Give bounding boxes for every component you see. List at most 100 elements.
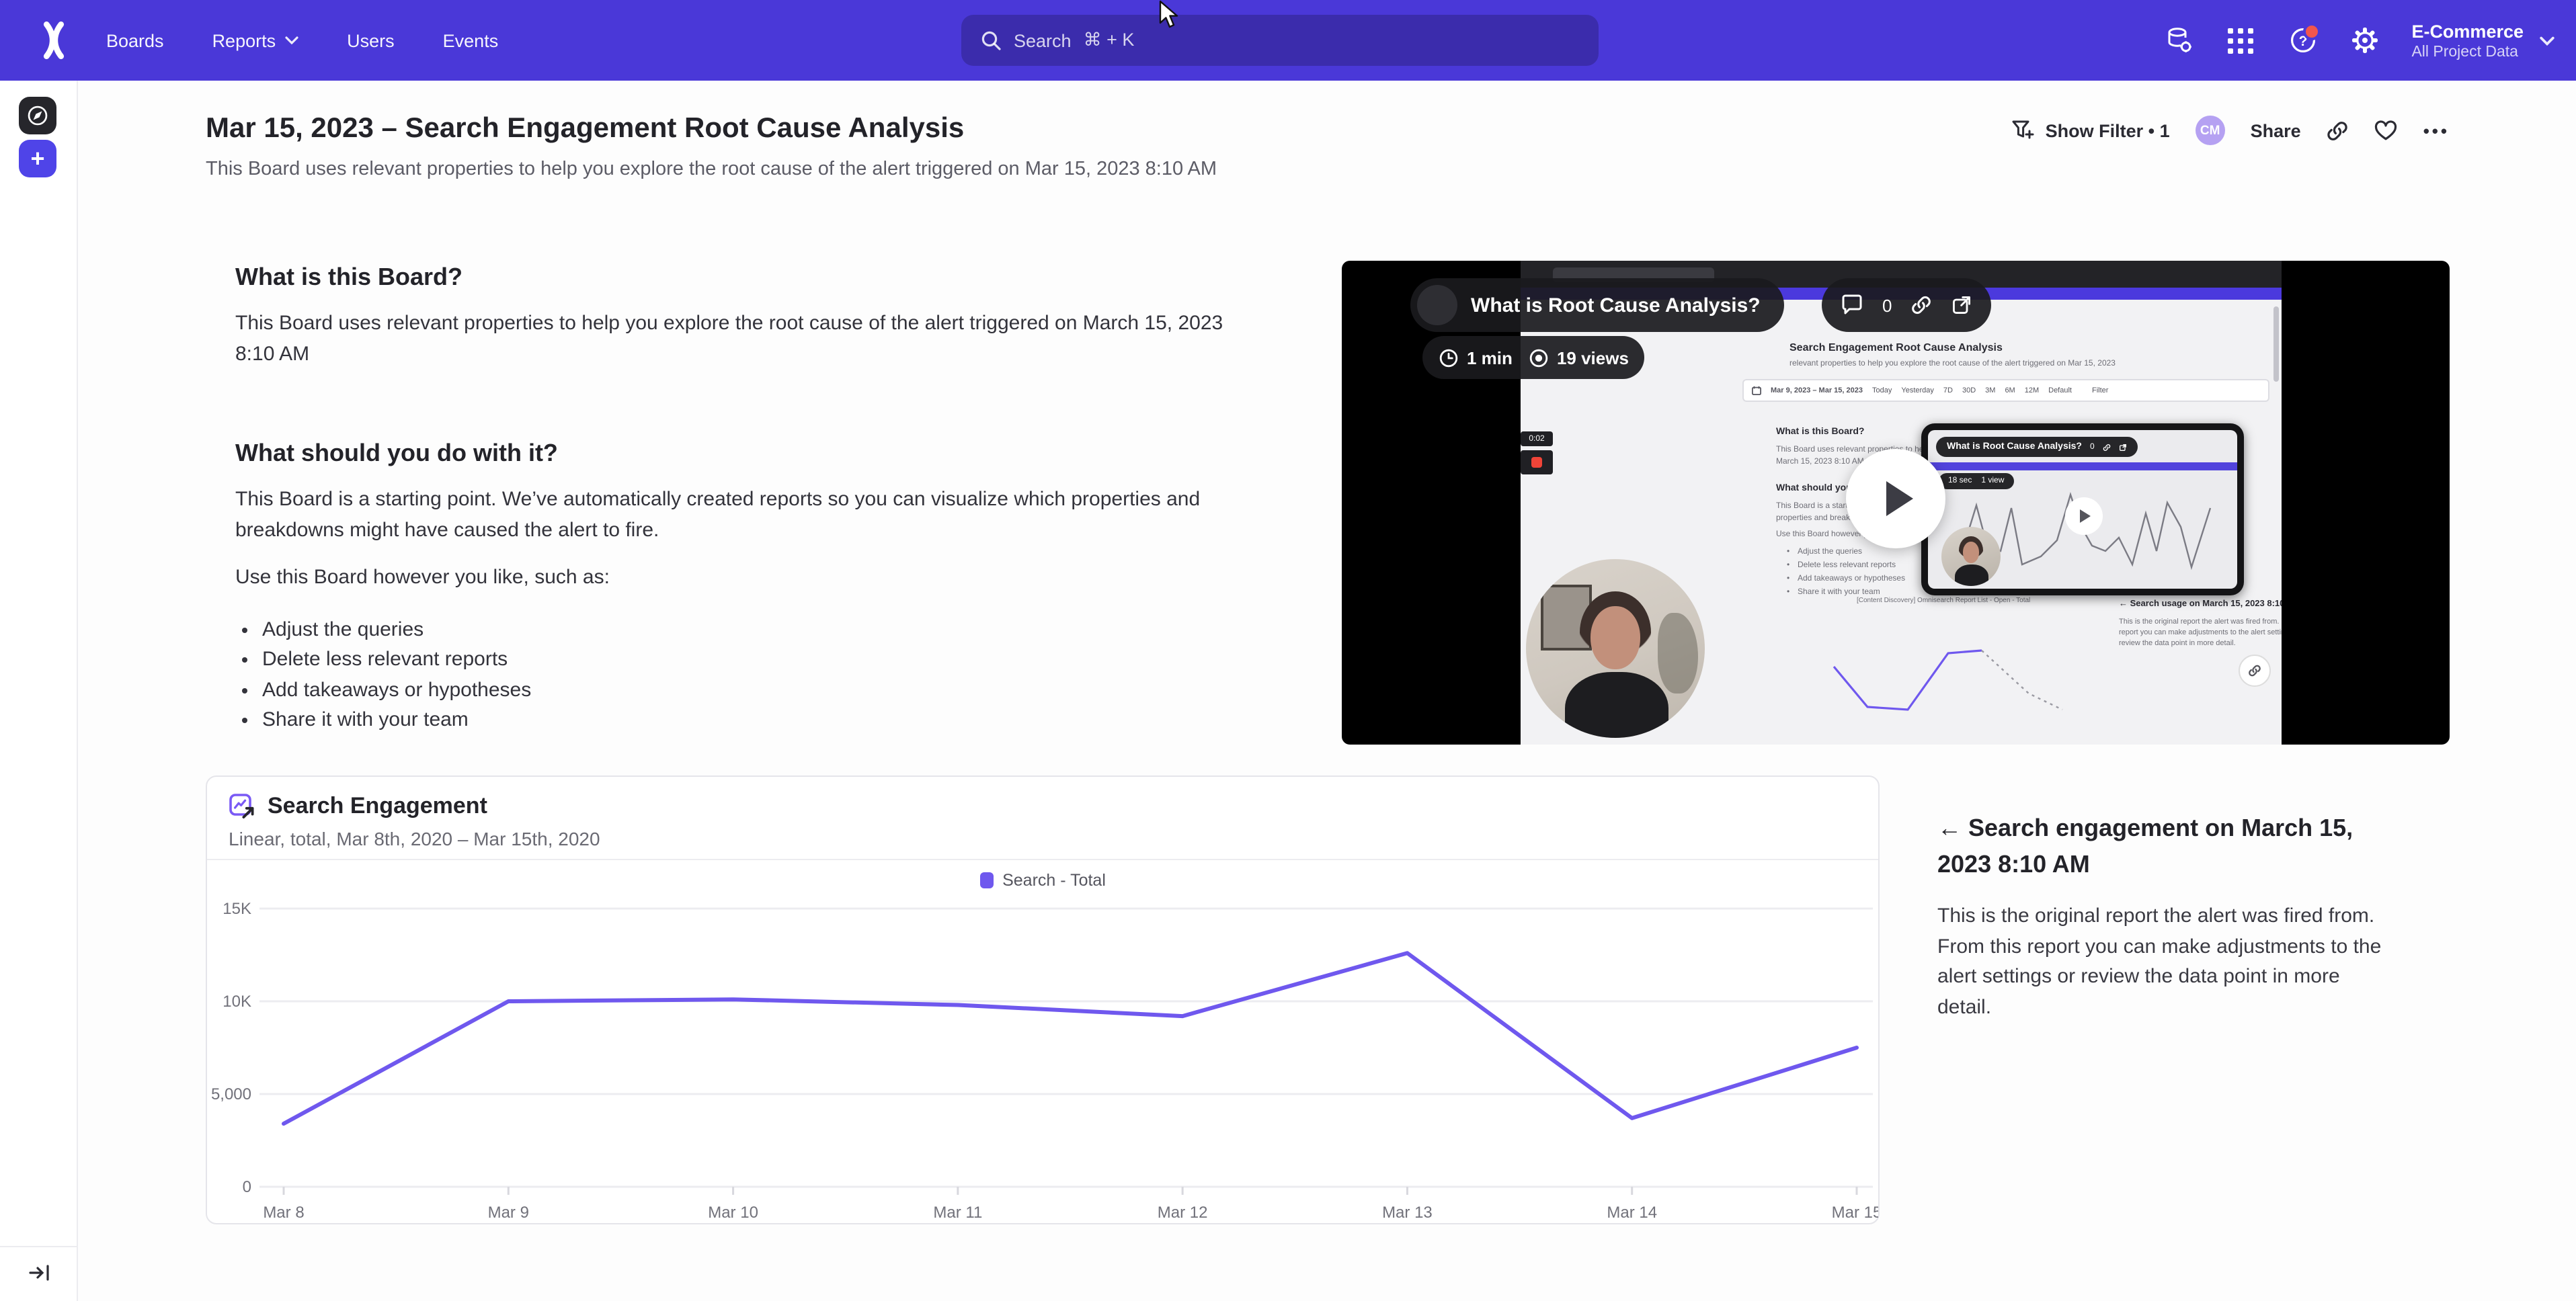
intro-text: What is this Board? This Board uses rele… bbox=[235, 263, 1284, 736]
presenter-avatar bbox=[1417, 285, 1457, 325]
calendar-icon bbox=[1752, 386, 1761, 395]
svg-text:Mar 12: Mar 12 bbox=[1158, 1204, 1208, 1222]
filter-plus-icon bbox=[2012, 120, 2035, 141]
search-icon bbox=[980, 30, 1002, 51]
list-item: Add takeaways or hypotheses bbox=[262, 675, 1284, 706]
nav-item-reports[interactable]: Reports bbox=[212, 30, 299, 50]
section-heading: What is this Board? bbox=[235, 263, 1284, 292]
share-button[interactable]: Share bbox=[2251, 120, 2301, 140]
svg-text:Mar 11: Mar 11 bbox=[933, 1204, 982, 1222]
note-body: This is the original report the alert wa… bbox=[1937, 902, 2384, 1023]
project-name: E-Commerce bbox=[2411, 21, 2524, 41]
recorded-chart-legend: [Content Discovery] Omnisearch Report Li… bbox=[1857, 597, 2030, 605]
page-title: Mar 15, 2023 – Search Engagement Root Ca… bbox=[206, 113, 1217, 145]
alert-origin-note: ← Search engagement on March 15, 2023 8:… bbox=[1937, 810, 2384, 1023]
svg-text:Mar 13: Mar 13 bbox=[1382, 1204, 1433, 1222]
link-icon[interactable] bbox=[1910, 294, 1932, 316]
svg-text:Mar 15: Mar 15 bbox=[1832, 1204, 1878, 1222]
favorite-button[interactable] bbox=[2375, 120, 2398, 141]
nav-item-users[interactable]: Users bbox=[347, 30, 395, 50]
expand-right-icon bbox=[28, 1262, 50, 1284]
nested-app-navbar bbox=[1928, 462, 2237, 470]
recorded-title: Search Engagement Root Cause Analysis bbox=[1789, 341, 2003, 353]
recorded-aside-heading: ← Search usage on March 15, 2023 8:10 AM bbox=[2119, 599, 2282, 609]
board-actions: Show Filter • 1 CM Share ••• bbox=[2012, 116, 2450, 145]
explore-button[interactable] bbox=[19, 97, 56, 134]
comment-icon: 0 bbox=[2090, 443, 2095, 451]
views-icon bbox=[1529, 347, 1549, 368]
report-title[interactable]: Search Engagement bbox=[268, 793, 487, 820]
nav-item-events[interactable]: Events bbox=[443, 30, 499, 50]
svg-text:15K: 15K bbox=[223, 900, 251, 918]
recorded-chart-line bbox=[1827, 613, 2069, 741]
more-options-button[interactable]: ••• bbox=[2423, 120, 2450, 140]
heart-icon bbox=[2375, 120, 2398, 141]
recorded-heading: What is this Board? bbox=[1776, 427, 1864, 437]
section-body: This Board is a starting point. We’ve au… bbox=[235, 485, 1277, 546]
expand-sidebar-button[interactable] bbox=[23, 1258, 55, 1288]
play-button[interactable] bbox=[1846, 449, 1945, 548]
note-heading: ← Search engagement on March 15, 2023 8:… bbox=[1937, 810, 2384, 883]
presenter-webcam-bubble bbox=[1526, 559, 1705, 738]
svg-text:10K: 10K bbox=[223, 993, 251, 1011]
mixpanel-logo-icon[interactable] bbox=[35, 22, 73, 59]
video-stats-pill: 1 min 19 views bbox=[1422, 336, 1645, 379]
nested-play-button bbox=[2065, 497, 2103, 535]
rail-divider bbox=[0, 1246, 77, 1247]
main-menu: Boards Reports Users Events bbox=[106, 0, 498, 81]
comment-icon[interactable] bbox=[1841, 294, 1863, 316]
video-duration: 1 min bbox=[1439, 347, 1513, 368]
mouse-cursor bbox=[1159, 0, 1180, 30]
top-nav: Boards Reports Users Events Search ⌘ + K… bbox=[0, 0, 2576, 81]
chart-area: Search - Total 05,00010K15KMar 8Mar 9Mar… bbox=[207, 860, 1878, 1224]
notification-dot bbox=[2302, 23, 2320, 40]
video-toolbar: 0 bbox=[1822, 278, 1991, 332]
link-icon bbox=[2327, 119, 2349, 142]
nested-video-screen: What is Root Cause Analysis? 0 18 sec1 v… bbox=[1928, 430, 2237, 589]
page-subtitle: This Board uses relevant properties to h… bbox=[206, 159, 1217, 180]
video-title-pill: What is Root Cause Analysis? bbox=[1410, 278, 1785, 332]
external-link-icon bbox=[2119, 443, 2127, 451]
collaborator-avatar[interactable]: CM bbox=[2196, 116, 2225, 145]
left-rail: + bbox=[0, 81, 78, 1301]
chart-legend: Search - Total bbox=[207, 871, 1878, 890]
engagement-chart-svg: 05,00010K15KMar 8Mar 9Mar 10Mar 11Mar 12… bbox=[207, 860, 1878, 1224]
search-engagement-report-card[interactable]: Search Engagement Linear, total, Mar 8th… bbox=[206, 775, 1880, 1224]
settings-gear-icon[interactable] bbox=[2349, 26, 2379, 55]
data-management-icon[interactable] bbox=[2164, 26, 2193, 55]
search-shortcut: ⌘ + K bbox=[1084, 30, 1135, 51]
usage-list: Adjust the queries Delete less relevant … bbox=[235, 615, 1284, 736]
apps-grid-icon[interactable] bbox=[2226, 26, 2255, 55]
nav-right-cluster: ? E-Commerce All Project Data bbox=[2164, 0, 2554, 81]
section-heading: What should you do with it? bbox=[235, 439, 1284, 468]
copy-link-button[interactable] bbox=[2327, 119, 2349, 142]
insights-report-icon bbox=[229, 793, 257, 821]
create-button[interactable]: + bbox=[19, 140, 56, 177]
help-icon[interactable]: ? bbox=[2288, 26, 2317, 55]
list-item: Share it with your team bbox=[262, 706, 1284, 736]
show-filter-button[interactable]: Show Filter • 1 bbox=[2012, 120, 2170, 141]
plus-icon: + bbox=[30, 144, 44, 173]
link-icon bbox=[2103, 443, 2111, 451]
section-body: Use this Board however you like, such as… bbox=[235, 563, 1284, 593]
video-views: 19 views bbox=[1529, 347, 1629, 368]
svg-text:Mar 8: Mar 8 bbox=[263, 1204, 304, 1222]
board-header: Mar 15, 2023 – Search Engagement Root Ca… bbox=[206, 113, 1217, 180]
chevron-down-icon bbox=[285, 36, 298, 44]
project-switcher[interactable]: E-Commerce All Project Data bbox=[2411, 21, 2554, 60]
compass-icon bbox=[26, 103, 50, 128]
report-subtitle: Linear, total, Mar 8th, 2020 – Mar 15th,… bbox=[229, 828, 600, 849]
comment-count: 0 bbox=[1882, 295, 1892, 315]
external-link-icon[interactable] bbox=[1951, 294, 1972, 316]
nav-item-boards[interactable]: Boards bbox=[106, 30, 164, 50]
nested-video-frame: What is Root Cause Analysis? 0 18 sec1 v… bbox=[1921, 423, 2244, 595]
nested-video-title-pill: What is Root Cause Analysis? 0 bbox=[1936, 437, 2138, 457]
tutorial-video-player[interactable]: Search Engagement Root Cause Analysis re… bbox=[1342, 261, 2450, 745]
chevron-down-icon bbox=[2540, 36, 2554, 45]
nested-webcam-bubble bbox=[1941, 527, 2001, 586]
legend-label: Search - Total bbox=[1002, 871, 1106, 890]
search-input[interactable]: Search ⌘ + K bbox=[961, 15, 1599, 66]
recording-stop-button bbox=[1521, 450, 1553, 474]
search-label: Search bbox=[1014, 30, 1072, 50]
recording-timer: 0:02 bbox=[1521, 431, 1553, 446]
